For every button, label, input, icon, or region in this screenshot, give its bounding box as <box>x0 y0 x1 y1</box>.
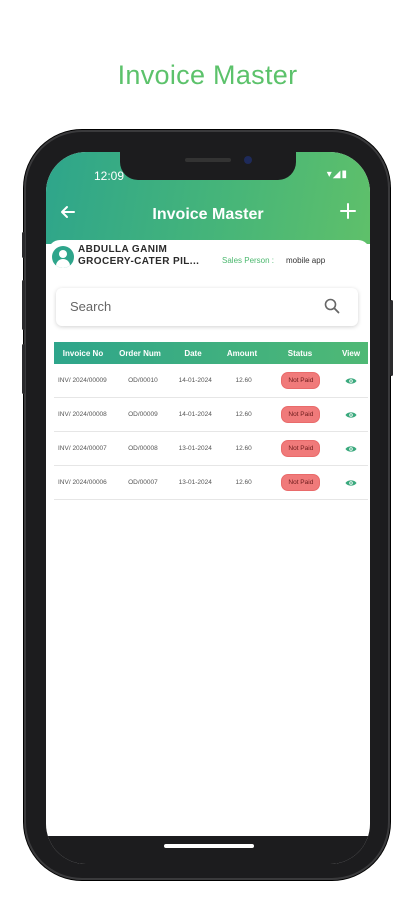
table-row[interactable]: INV/ 2024/00008 OD/00009 14-01-2024 12.6… <box>54 398 368 432</box>
customer-name: ABDULLA GANIM GROCERY-CATER PIL... <box>78 244 200 267</box>
status-icons: ▾◢▮ <box>326 169 348 180</box>
status-badge: Not Paid <box>281 372 321 389</box>
status-time: 12:09 <box>94 169 125 183</box>
table-header: Invoice No Order Num Date Amount Status … <box>54 342 368 364</box>
column-header: Status <box>287 348 313 358</box>
search-input[interactable] <box>68 298 312 315</box>
table-row[interactable]: INV/ 2024/00007 OD/00008 13-01-2024 12.6… <box>54 432 368 466</box>
eye-icon[interactable] <box>345 479 357 487</box>
order-num: OD/00007 <box>128 479 158 486</box>
eye-icon[interactable] <box>345 411 357 419</box>
add-invoice-button[interactable] <box>340 200 356 224</box>
invoice-amount: 12.60 <box>235 411 252 418</box>
invoice-no: INV/ 2024/00008 <box>58 411 107 418</box>
invoice-date: 13-01-2024 <box>178 479 212 486</box>
phone-volume-up <box>22 280 25 330</box>
column-header: View <box>341 348 361 358</box>
phone-notch <box>120 152 296 180</box>
screen-bottom-bar <box>46 836 370 864</box>
column-header: Invoice No <box>62 348 104 358</box>
search-icon[interactable] <box>324 298 340 314</box>
invoice-amount: 12.60 <box>235 377 252 384</box>
column-header: Amount <box>226 348 258 358</box>
sales-person-label: Sales Person : <box>222 256 275 265</box>
app-screen: 12:09 ▾◢▮ Invoice Master ABDULLA GANIM G… <box>46 152 370 864</box>
sales-person-value: mobile app <box>286 256 326 265</box>
status-badge: Not Paid <box>281 406 321 423</box>
invoice-no: INV/ 2024/00009 <box>58 377 107 384</box>
phone-speaker <box>185 158 231 162</box>
order-num: OD/00010 <box>128 377 158 384</box>
invoice-no: INV/ 2024/00007 <box>58 445 107 452</box>
home-indicator[interactable] <box>164 844 254 848</box>
user-avatar-icon <box>52 246 74 268</box>
phone-power-button <box>390 300 393 376</box>
order-num: OD/00008 <box>128 445 158 452</box>
page-title: Invoice Master <box>152 206 264 223</box>
phone-volume-down <box>22 344 25 394</box>
table-row[interactable]: INV/ 2024/00006 OD/00007 13-01-2024 12.6… <box>54 466 368 500</box>
invoice-date: 13-01-2024 <box>178 445 212 452</box>
order-num: OD/00009 <box>128 411 158 418</box>
search-box[interactable] <box>56 288 358 326</box>
column-header: Order Num <box>119 348 161 358</box>
invoice-no: INV/ 2024/00006 <box>58 479 107 486</box>
camera-icon <box>244 156 252 164</box>
promo-title: Invoice Master <box>117 60 298 90</box>
table-row[interactable]: INV/ 2024/00009 OD/00010 14-01-2024 12.6… <box>54 364 368 398</box>
customer-card: ABDULLA GANIM GROCERY-CATER PIL... Sales… <box>48 240 370 278</box>
column-header: Date <box>184 348 202 358</box>
invoice-amount: 12.60 <box>235 479 252 486</box>
status-badge: Not Paid <box>281 474 321 491</box>
phone-side-button <box>22 232 25 258</box>
invoice-date: 14-01-2024 <box>178 411 212 418</box>
status-badge: Not Paid <box>281 440 321 457</box>
invoice-amount: 12.60 <box>235 445 252 452</box>
eye-icon[interactable] <box>345 445 357 453</box>
invoice-table: Invoice No Order Num Date Amount Status … <box>54 342 368 500</box>
eye-icon[interactable] <box>345 377 357 385</box>
invoice-date: 14-01-2024 <box>178 377 212 384</box>
plus-icon <box>340 203 356 219</box>
